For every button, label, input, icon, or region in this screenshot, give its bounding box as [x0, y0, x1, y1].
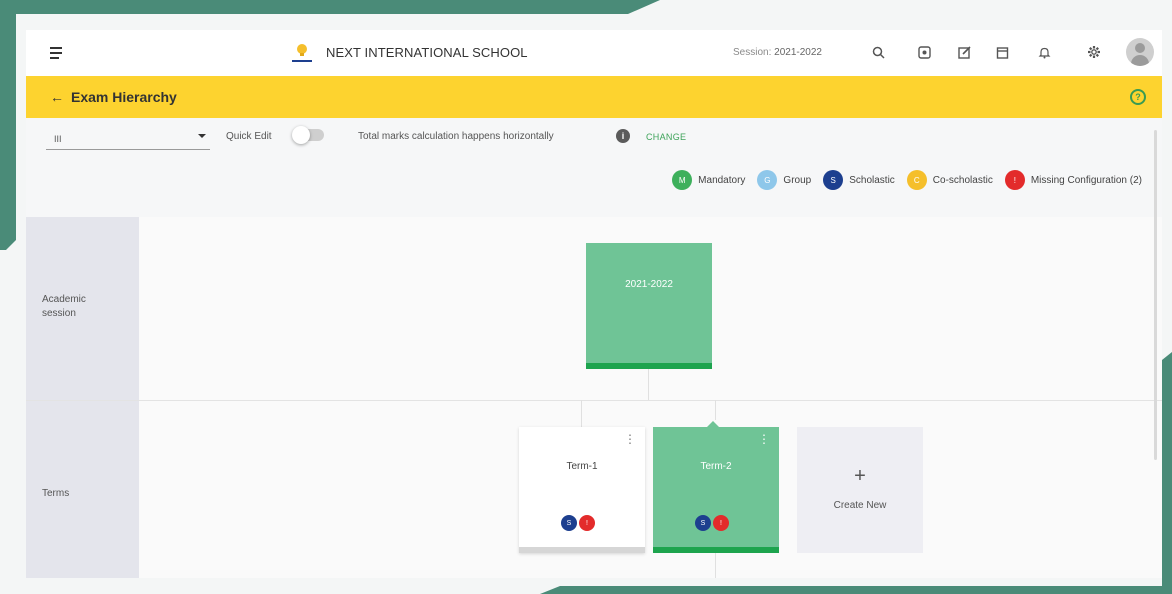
help-icon[interactable]: ? [1130, 89, 1146, 105]
scholastic-icon: S [823, 170, 844, 190]
card-status-bar [519, 547, 645, 553]
vertical-scrollbar[interactable] [1154, 130, 1157, 460]
quick-edit-label: Quick Edit [226, 131, 272, 142]
connector-line [715, 553, 716, 578]
term-card-title: Term-1 [566, 461, 598, 472]
school-logo [292, 44, 312, 62]
legend: M Mandatory G Group S Scholastic C Co-sc… [660, 170, 1142, 190]
row-divider [26, 400, 1162, 401]
mandatory-icon: M [672, 170, 693, 190]
scholastic-badge-icon: S [695, 515, 711, 531]
more-vert-icon[interactable]: ⋮ [624, 433, 636, 445]
page-header: ← Exam Hierarchy ? [26, 76, 1162, 118]
quick-edit-toggle[interactable] [292, 126, 324, 144]
legend-label: Co-scholastic [932, 174, 993, 186]
more-vert-icon[interactable]: ⋮ [758, 433, 770, 445]
class-select-value: III [54, 134, 62, 144]
legend-item-group: G Group [757, 170, 811, 190]
plus-icon: + [854, 465, 866, 487]
caret-down-icon [198, 134, 206, 138]
row-label-terms: Terms [42, 488, 70, 499]
missing-configuration-badge-icon: ! [713, 515, 729, 531]
calendar-icon[interactable] [994, 44, 1010, 60]
create-new-term-card[interactable]: + Create New [797, 427, 923, 553]
connector-line [715, 400, 716, 420]
legend-item-missing-configuration[interactable]: ! Missing Configuration (2) [1004, 170, 1142, 190]
page-title: Exam Hierarchy [71, 89, 177, 105]
legend-label: Scholastic [849, 174, 895, 186]
missing-configuration-icon: ! [1004, 170, 1025, 190]
change-link[interactable]: CHANGE [646, 132, 686, 142]
term-card-title: Term-2 [700, 461, 732, 472]
term-badges: S ! [561, 515, 597, 531]
legend-item-mandatory: M Mandatory [672, 170, 745, 190]
legend-label: Missing Configuration (2) [1030, 174, 1142, 186]
gear-icon[interactable] [1086, 44, 1102, 60]
hierarchy-board: Academic session Terms 2021-2022 ⋮ Term-… [26, 217, 1162, 578]
group-icon: G [757, 170, 778, 190]
help-box-icon[interactable] [916, 44, 932, 60]
legend-item-scholastic: S Scholastic [823, 170, 895, 190]
create-new-label: Create New [833, 500, 887, 511]
term-card-1[interactable]: ⋮ Term-1 S ! [519, 427, 645, 553]
app-window: NEXT INTERNATIONAL SCHOOL Session: 2021-… [26, 30, 1162, 578]
session-value: 2021-2022 [774, 47, 822, 58]
session-label: Session: 2021-2022 [733, 47, 822, 58]
info-icon[interactable]: i [616, 129, 630, 143]
connector-line [581, 400, 582, 427]
row-label-academic-session: Academic session [42, 294, 86, 319]
class-select[interactable]: III [46, 122, 210, 150]
session-card[interactable]: 2021-2022 [586, 243, 712, 369]
search-icon[interactable] [870, 44, 886, 60]
calculation-mode-text: Total marks calculation happens horizont… [358, 131, 554, 142]
card-status-bar [653, 547, 779, 553]
row-label-column: Academic session Terms [26, 217, 139, 578]
avatar[interactable] [1126, 38, 1154, 66]
school-name: NEXT INTERNATIONAL SCHOOL [326, 45, 528, 60]
session-card-title: 2021-2022 [625, 279, 673, 290]
edit-icon[interactable] [956, 44, 972, 60]
menu-icon[interactable] [50, 47, 64, 59]
back-arrow-icon[interactable]: ← [50, 89, 64, 105]
top-navbar: NEXT INTERNATIONAL SCHOOL Session: 2021-… [26, 30, 1162, 76]
connector-line [648, 369, 649, 400]
legend-label: Mandatory [698, 174, 746, 186]
term-badges: S ! [695, 515, 731, 531]
session-prefix: Session: [733, 47, 772, 58]
bell-icon[interactable] [1036, 44, 1052, 60]
legend-item-co-scholastic: C Co-scholastic [906, 170, 993, 190]
term-card-2[interactable]: ⋮ Term-2 S ! [653, 427, 779, 553]
missing-configuration-badge-icon: ! [579, 515, 595, 531]
controls-bar: III Quick Edit Total marks calculation h… [26, 118, 1162, 217]
card-status-bar [586, 363, 712, 369]
co-scholastic-icon: C [906, 170, 927, 190]
legend-label: Group [783, 174, 812, 186]
scholastic-badge-icon: S [561, 515, 577, 531]
